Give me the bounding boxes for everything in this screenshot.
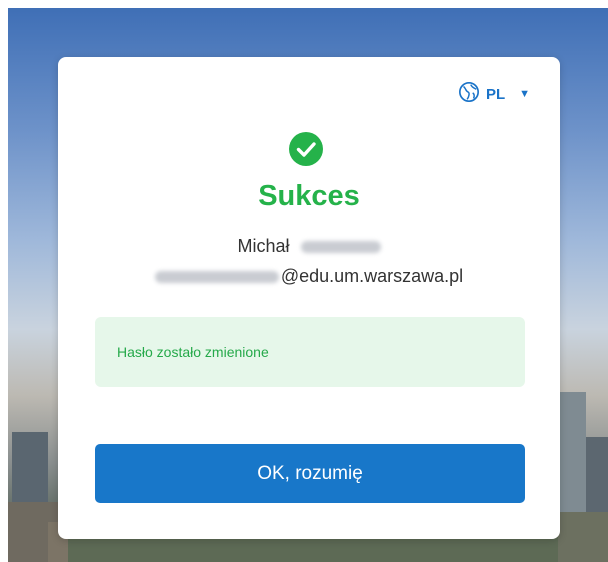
success-message: Hasło zostało zmienione: [117, 344, 269, 360]
dialog-card: PL ▼ Sukces Michał @edu.um.warszawa.pl H…: [58, 57, 560, 539]
globe-icon: [458, 81, 480, 107]
user-info: Michał @edu.um.warszawa.pl: [58, 231, 560, 291]
language-code: PL: [485, 85, 506, 103]
status-title: Sukces: [258, 180, 360, 212]
chevron-down-icon: ▼: [519, 88, 530, 100]
success-alert: Hasło zostało zmienione: [95, 317, 525, 387]
check-circle-icon: [288, 131, 324, 167]
user-email-domain: @edu.um.warszawa.pl: [280, 266, 464, 286]
ok-button[interactable]: OK, rozumię: [95, 444, 525, 503]
language-selector[interactable]: PL ▼: [458, 81, 530, 107]
user-first-name: Michał: [237, 236, 290, 256]
redacted-email-user: [154, 271, 279, 284]
redacted-last-name: [300, 241, 381, 254]
